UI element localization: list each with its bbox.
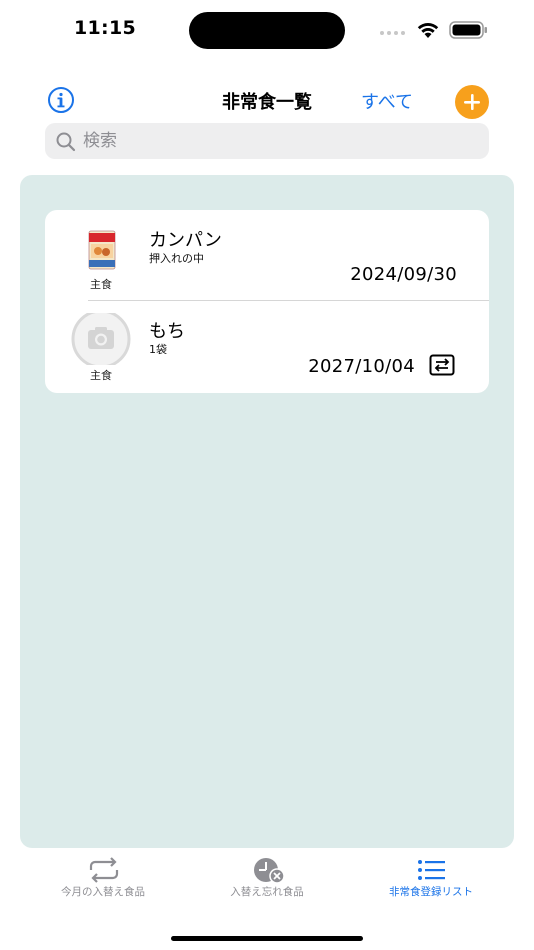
cellular-signal-icon <box>380 31 405 35</box>
tab-this-month-replace[interactable]: 今月の入替え食品 <box>14 850 192 910</box>
food-thumbnail <box>70 222 132 274</box>
food-list-card: 主食 カンパン 押入れの中 2024/09/30 主食 もち 1袋 2027/1… <box>45 210 489 393</box>
food-list-panel: 主食 カンパン 押入れの中 2024/09/30 主食 もち 1袋 2027/1… <box>20 175 514 848</box>
list-item[interactable]: 主食 もち 1袋 2027/10/04 <box>45 301 489 391</box>
home-indicator <box>171 936 363 941</box>
food-thumbnail <box>70 313 132 365</box>
search-icon <box>56 132 76 152</box>
repeat-icon <box>89 857 119 883</box>
food-name: もち <box>149 321 185 342</box>
status-time: 11:15 <box>74 17 136 39</box>
canned-bread-image <box>88 230 116 270</box>
tab-label: 入替え忘れ食品 <box>230 886 304 898</box>
wifi-icon <box>417 23 439 38</box>
search-bar <box>45 123 489 159</box>
add-food-button[interactable] <box>455 85 489 119</box>
category-label: 主食 <box>90 369 112 382</box>
battery-icon <box>449 21 487 39</box>
food-name: カンパン <box>149 230 222 251</box>
list-item[interactable]: 主食 カンパン 押入れの中 2024/09/30 <box>45 210 489 300</box>
navigation-bar: 非常食一覧 すべて <box>0 80 534 120</box>
category-label: 主食 <box>90 278 112 291</box>
dynamic-island <box>189 12 345 49</box>
filter-all-button[interactable]: すべて <box>361 88 413 114</box>
tab-label: 今月の入替え食品 <box>61 886 145 898</box>
food-quantity: 1袋 <box>149 343 167 356</box>
tab-bar: 今月の入替え食品 入替え忘れ食品 非常食登録リスト <box>0 850 534 910</box>
camera-placeholder-icon <box>71 313 131 365</box>
clock-cancel-icon <box>254 858 285 884</box>
tab-food-list[interactable]: 非常食登録リスト <box>342 850 520 910</box>
list-icon <box>418 860 445 880</box>
expiry-date: 2024/09/30 <box>350 264 457 285</box>
status-bar: 11:15 <box>0 0 534 60</box>
search-input[interactable] <box>83 123 473 159</box>
expiry-date: 2027/10/04 <box>308 356 415 377</box>
food-location: 押入れの中 <box>149 252 204 265</box>
page-title: 非常食一覧 <box>222 92 312 113</box>
tab-label: 非常食登録リスト <box>389 886 473 898</box>
swap-icon <box>429 354 455 376</box>
tab-forgotten-replace[interactable]: 入替え忘れ食品 <box>178 850 356 910</box>
plus-icon <box>464 94 480 110</box>
